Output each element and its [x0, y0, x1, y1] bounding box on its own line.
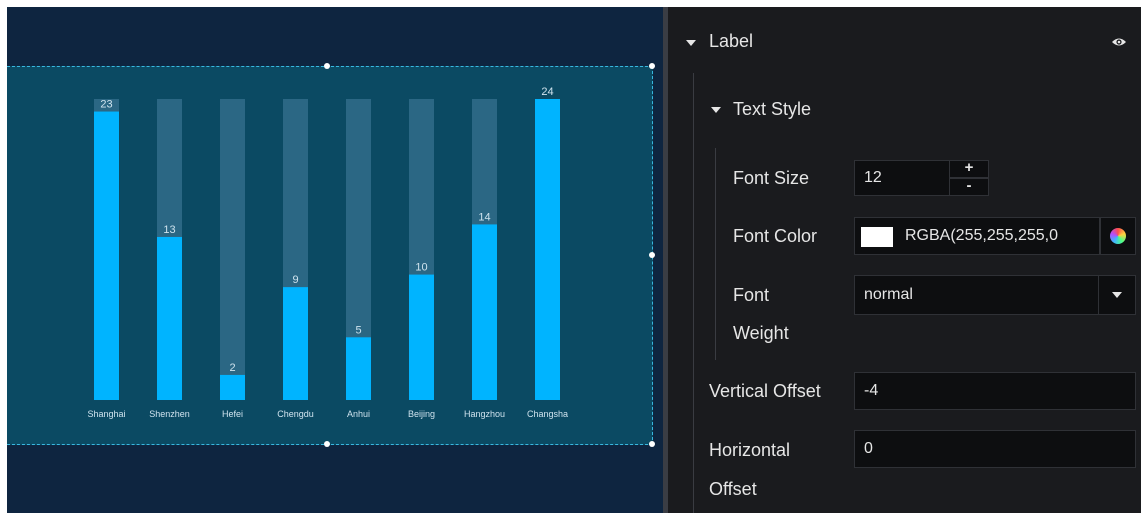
- font-color-value: RGBA(255,255,255,0: [905, 227, 1058, 244]
- horizontal-offset-label: Horizontal: [709, 440, 791, 460]
- x-tick-label: Beijing: [408, 409, 435, 419]
- label-section-header[interactable]: Label: [668, 27, 1141, 57]
- x-tick-label: Changsha: [527, 409, 568, 419]
- bar-chengdu: [283, 287, 308, 400]
- data-label: 13: [163, 224, 175, 236]
- resize-handle-top-right[interactable]: [649, 63, 655, 69]
- x-tick-label: Shanghai: [87, 409, 125, 419]
- bar-shanghai: [94, 111, 119, 400]
- data-label: 14: [478, 211, 490, 223]
- bar-anhui: [346, 337, 371, 400]
- tree-guide-line: [693, 73, 694, 513]
- resize-handle-top[interactable]: [324, 63, 330, 69]
- data-label: 10: [415, 262, 427, 274]
- vertical-offset-label: Vertical Offset: [709, 381, 821, 401]
- data-label: 5: [355, 324, 361, 336]
- editor-canvas: 23 Shanghai 13 Shenzhen 2 Hefei 9 Chengdu 5 Anhui…: [7, 7, 663, 513]
- tree-guide-line: [715, 148, 716, 360]
- font-size-label: Font Size: [733, 168, 810, 188]
- resize-handle-bottom-right[interactable]: [649, 441, 655, 447]
- caret-down-icon: [711, 107, 721, 113]
- resize-handle-right[interactable]: [649, 252, 655, 258]
- color-picker-button[interactable]: [1100, 217, 1136, 255]
- properties-panel: Label Text Style Font Size 12 + - Font C…: [668, 7, 1141, 513]
- data-label: 2: [229, 362, 235, 374]
- color-wheel-icon: [1110, 228, 1126, 244]
- bar-hangzhou: [472, 224, 497, 400]
- label-section-title: Label: [709, 31, 754, 51]
- font-size-increment-button[interactable]: +: [949, 160, 989, 178]
- text-style-section-header[interactable]: Text Style: [698, 95, 998, 125]
- bar-chart-widget[interactable]: 23 Shanghai 13 Shenzhen 2 Hefei 9 Chengdu 5 Anhui…: [7, 66, 653, 445]
- bar-hefei: [220, 374, 245, 400]
- font-weight-dropdown-button[interactable]: [1098, 276, 1135, 314]
- vertical-offset-input[interactable]: -4: [854, 372, 1136, 410]
- x-tick-label: Chengdu: [277, 409, 314, 419]
- data-label: 9: [292, 274, 298, 286]
- bar-track: [220, 99, 245, 400]
- bar-chart: 23 Shanghai 13 Shenzhen 2 Hefei 9 Chengdu 5 Anhui…: [87, 86, 568, 419]
- font-weight-label: Font: [733, 285, 770, 305]
- bar-beijing: [409, 274, 434, 400]
- font-weight-label-line2: Weight: [733, 323, 789, 343]
- eye-icon[interactable]: [1111, 36, 1127, 48]
- data-label: 23: [100, 99, 112, 111]
- data-label: 24: [541, 86, 553, 98]
- font-color-label: Font Color: [733, 226, 818, 246]
- resize-handle-bottom[interactable]: [324, 441, 330, 447]
- x-tick-label: Hangzhou: [464, 409, 505, 419]
- font-color-input[interactable]: RGBA(255,255,255,0: [854, 217, 1100, 255]
- bar-shenzhen: [157, 236, 182, 400]
- horizontal-offset-input[interactable]: 0: [854, 430, 1136, 468]
- caret-down-icon: [686, 40, 696, 46]
- font-size-input[interactable]: 12: [854, 160, 950, 196]
- chevron-down-icon: [1112, 292, 1122, 298]
- bar-changsha: [535, 99, 560, 400]
- font-color-swatch[interactable]: [861, 227, 893, 247]
- text-style-title: Text Style: [733, 99, 812, 119]
- horizontal-offset-label-line2: Offset: [709, 479, 757, 499]
- x-tick-label: Hefei: [222, 409, 243, 419]
- font-weight-select[interactable]: normal: [854, 275, 1136, 315]
- font-weight-value: normal: [864, 286, 913, 303]
- x-tick-label: Anhui: [347, 409, 370, 419]
- font-size-decrement-button[interactable]: -: [949, 178, 989, 196]
- x-tick-label: Shenzhen: [149, 409, 190, 419]
